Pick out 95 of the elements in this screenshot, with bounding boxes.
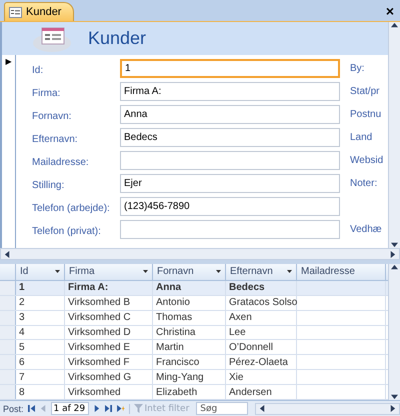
field-label: Vedhæ [350,224,382,235]
table-cell: Virksomhed G [65,370,153,384]
column-header[interactable]: Efternavn [226,264,297,280]
field-label: By: [350,63,364,74]
table-row[interactable]: 5 Virksomhed E Martin O’Donnell [0,340,388,356]
text-field[interactable]: Ejer [120,174,340,193]
table-cell: 4 [16,326,65,340]
field-label: Websid [350,155,384,166]
table-cell: 5 [16,340,65,354]
new-record-icon[interactable] [116,405,125,412]
table-cell: Xie [226,370,297,384]
table-cell: Antonio [153,296,226,310]
filter-icon [134,404,143,413]
text-field[interactable]: (123)456-7890 [120,197,340,216]
table-cell: Gratacos Solso [226,296,297,310]
table-cell: Christina [153,326,226,340]
field-label: Telefon (arbejde): [32,202,110,214]
table-cell: Elizabeth [153,385,226,399]
scroll-up-icon[interactable] [391,264,398,271]
table-cell: Francisco [153,355,226,370]
vertical-scrollbar[interactable] [388,22,400,248]
table-cell: 8 [16,385,65,399]
dropdown-icon[interactable] [216,270,221,274]
table-cell: Axen [226,310,297,325]
table-row[interactable]: 1 Firma A: Anna Bedecs [0,280,388,296]
table-cell: Virksomhed C [65,310,153,325]
text-field[interactable] [120,220,340,239]
text-field[interactable]: Anna [120,105,340,124]
field-label: Efternavn: [32,134,78,144]
search-field[interactable]: Søg [196,402,248,415]
text-field[interactable]: 1 [120,59,340,78]
next-record-icon[interactable] [92,405,100,412]
table-cell: Virksomhed E [65,340,153,354]
table-cell: Ming-Yang [153,370,226,384]
table-row[interactable]: 2 Virksomhed B Antonio Gratacos Solso [0,296,388,311]
dropdown-icon[interactable] [287,270,292,274]
record-position-field[interactable]: 1 af 29 [50,402,89,415]
table-row[interactable]: 3 Virksomhed C Thomas Axen [0,310,388,326]
dropdown-icon[interactable] [55,270,60,274]
first-record-icon[interactable] [28,405,35,412]
scroll-right-icon[interactable] [389,250,396,258]
table-row[interactable]: 8 Virksomhed Elizabeth Andersen [0,385,388,400]
table-cell: Firma A: [65,280,153,295]
field-label: Stilling: [32,180,64,190]
scroll-right-icon[interactable] [389,405,396,412]
form-icon [9,6,22,18]
navigator-label: Post: [3,404,24,414]
table-cell: Thomas [153,310,226,325]
document-tab[interactable]: Kunder [4,2,74,21]
field-label: Telefon (privat): [32,226,101,236]
table-cell: Virksomhed B [65,296,153,310]
table-cell: Virksomhed D [65,326,153,340]
form-title: Kunder [88,28,146,49]
table-cell: Bedecs [226,280,297,295]
vertical-scrollbar[interactable] [388,264,400,400]
table-cell: Martin [153,340,226,354]
text-field[interactable]: Firma A: [120,82,340,101]
close-button[interactable]: × [384,4,396,18]
table-row[interactable]: 7 Virksomhed G Ming-Yang Xie [0,370,388,386]
field-label: Stat/pr [350,86,380,97]
text-field[interactable]: Bedecs [120,128,340,147]
table-cell: Andersen [226,385,297,399]
column-header[interactable]: Firma [65,264,153,280]
record-marker: ▶ [6,57,12,67]
table-cell: 6 [16,355,65,370]
scroll-left-icon[interactable] [259,405,266,412]
field-label: Firma: [32,88,60,98]
last-record-icon[interactable] [104,405,112,412]
text-field[interactable] [120,151,340,170]
dropdown-icon[interactable] [143,270,148,274]
column-header[interactable]: Mailadresse [297,264,386,280]
table-cell: Virksomhed F [65,355,153,370]
table-cell: 7 [16,370,65,384]
table-cell: Virksomhed [65,385,153,399]
table-cell: 3 [16,310,65,325]
field-label: Id: [32,64,44,76]
horizontal-scrollbar[interactable] [255,402,400,414]
column-header[interactable]: Fornavn [153,264,226,280]
table-row[interactable]: 6 Virksomhed F Francisco Pérez-Olaeta [0,355,388,370]
field-label: Mailadresse: [32,156,89,168]
field-label: Noter: [350,178,378,189]
table-cell: O’Donnell [226,340,297,354]
field-label: Land [350,132,372,143]
table-cell: 1 [16,280,65,295]
table-row[interactable]: 4 Virksomhed D Christina Lee [0,326,388,340]
field-label: Fornavn: [32,110,72,122]
table-cell: Pérez-Olaeta [226,355,297,370]
scroll-left-icon[interactable] [4,250,11,258]
table-cell: Anna [153,280,226,295]
table-cell: Lee [226,326,297,340]
horizontal-scrollbar[interactable] [0,248,400,260]
field-label: Postnu [350,109,382,120]
form-icon [32,24,74,52]
column-header[interactable]: Id [16,264,65,280]
table-cell: 2 [16,296,65,310]
